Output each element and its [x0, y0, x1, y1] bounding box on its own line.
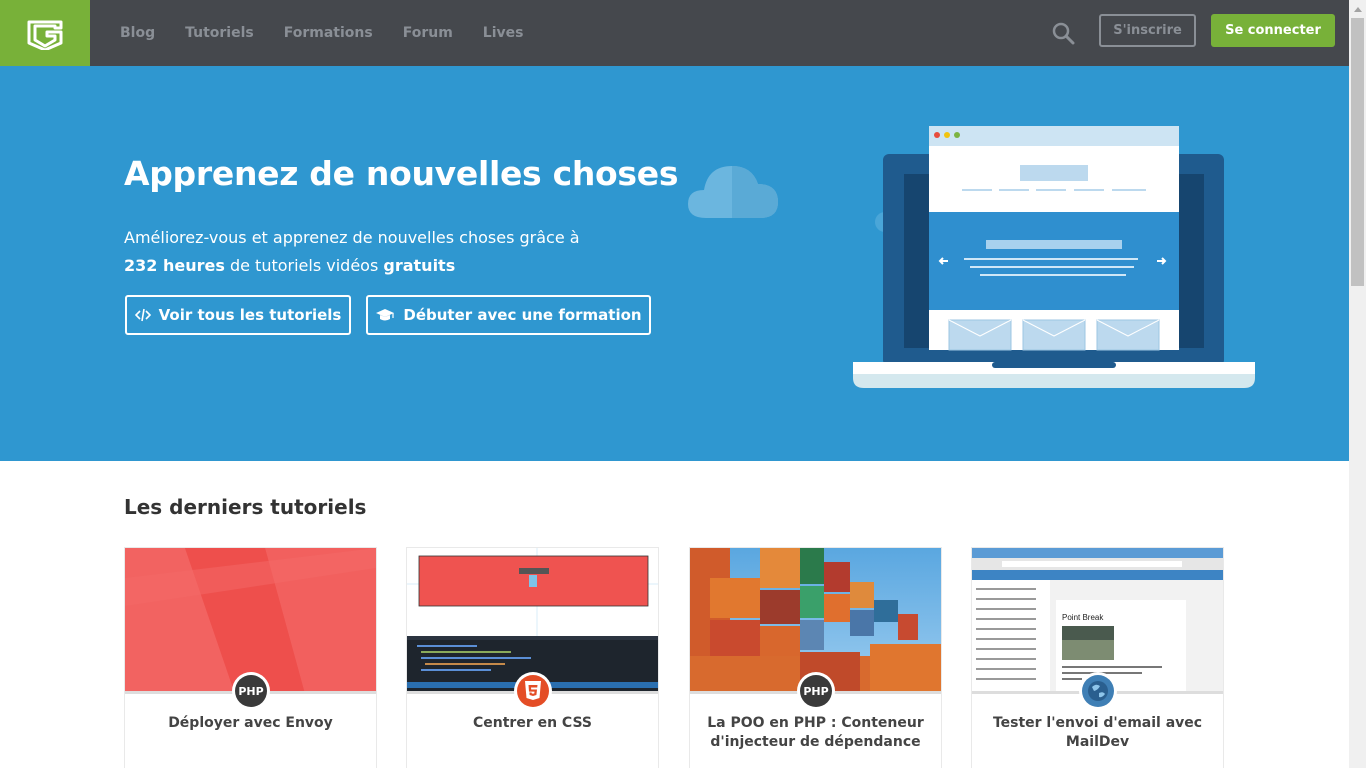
hero-subtitle-mid: de tutoriels vidéos	[224, 256, 384, 275]
hero-subtitle: Améliorez-vous et apprenez de nouvelles …	[124, 224, 580, 280]
php-icon: PHP	[235, 675, 267, 707]
start-formation-label: Débuter avec une formation	[403, 306, 642, 324]
code-icon	[134, 308, 151, 322]
nav-link-forum[interactable]: Forum	[403, 25, 453, 41]
html5-icon	[517, 675, 549, 707]
tutorial-title[interactable]: Tester l'envoi d'email avec MailDev	[982, 714, 1213, 752]
category-badge: PHP	[797, 672, 835, 710]
tutorial-card[interactable]: PHP La POO en PHP : Conteneur d'injecteu…	[689, 547, 942, 768]
hero-title: Apprenez de nouvelles choses	[124, 154, 679, 193]
nav-link-blog[interactable]: Blog	[120, 25, 155, 41]
nav-link-formations[interactable]: Formations	[284, 25, 373, 41]
category-badge: PHP	[232, 672, 270, 710]
tutorial-title[interactable]: Déployer avec Envoy	[135, 714, 366, 733]
maildev-subject: Point Break	[1062, 613, 1104, 622]
cloud-illustration	[688, 166, 778, 218]
grafikart-logo-icon	[27, 20, 63, 50]
page-scrollbar[interactable]	[1349, 0, 1366, 768]
laptop-illustration	[853, 126, 1255, 388]
scrollbar-thumb[interactable]	[1351, 18, 1364, 286]
category-badge	[514, 672, 552, 710]
signup-button[interactable]: S'inscrire	[1099, 14, 1196, 47]
graduation-cap-icon	[375, 308, 395, 322]
tutorial-title[interactable]: La POO en PHP : Conteneur d'injecteur de…	[700, 714, 931, 752]
chevron-up-icon	[1353, 6, 1362, 12]
globe-icon	[1082, 675, 1114, 707]
hero-hours: 232 heures	[124, 256, 225, 275]
latest-tutorials-title: Les derniers tutoriels	[124, 495, 367, 519]
nav-link-lives[interactable]: Lives	[483, 25, 524, 41]
category-badge	[1079, 672, 1117, 710]
tutorial-card[interactable]: Centrer en CSS	[406, 547, 659, 768]
see-all-tutorials-button[interactable]: Voir tous les tutoriels	[125, 295, 351, 335]
tutorial-card[interactable]: PHP Déployer avec Envoy	[124, 547, 377, 768]
nav-links: Blog Tutoriels Formations Forum Lives	[120, 0, 553, 66]
scroll-up-button[interactable]	[1349, 0, 1366, 17]
search-button[interactable]	[1051, 21, 1075, 45]
nav-link-tutoriels[interactable]: Tutoriels	[185, 25, 254, 41]
see-all-tutorials-label: Voir tous les tutoriels	[158, 306, 342, 324]
page: Blog Tutoriels Formations Forum Lives S'…	[0, 0, 1366, 768]
tutorial-card[interactable]: Point Break Tester l'envoi d'email avec …	[971, 547, 1224, 768]
hero-subtitle-line1: Améliorez-vous et apprenez de nouvelles …	[124, 228, 580, 247]
search-icon	[1052, 22, 1075, 45]
hero-free: gratuits	[383, 256, 456, 275]
tutorial-title[interactable]: Centrer en CSS	[417, 714, 648, 733]
php-icon: PHP	[800, 675, 832, 707]
login-button[interactable]: Se connecter	[1211, 14, 1335, 47]
hero-banner: Apprenez de nouvelles choses Améliorez-v…	[0, 66, 1349, 461]
start-formation-button[interactable]: Débuter avec une formation	[366, 295, 651, 335]
home-logo-link[interactable]	[0, 0, 90, 66]
top-navbar: Blog Tutoriels Formations Forum Lives S'…	[0, 0, 1349, 66]
